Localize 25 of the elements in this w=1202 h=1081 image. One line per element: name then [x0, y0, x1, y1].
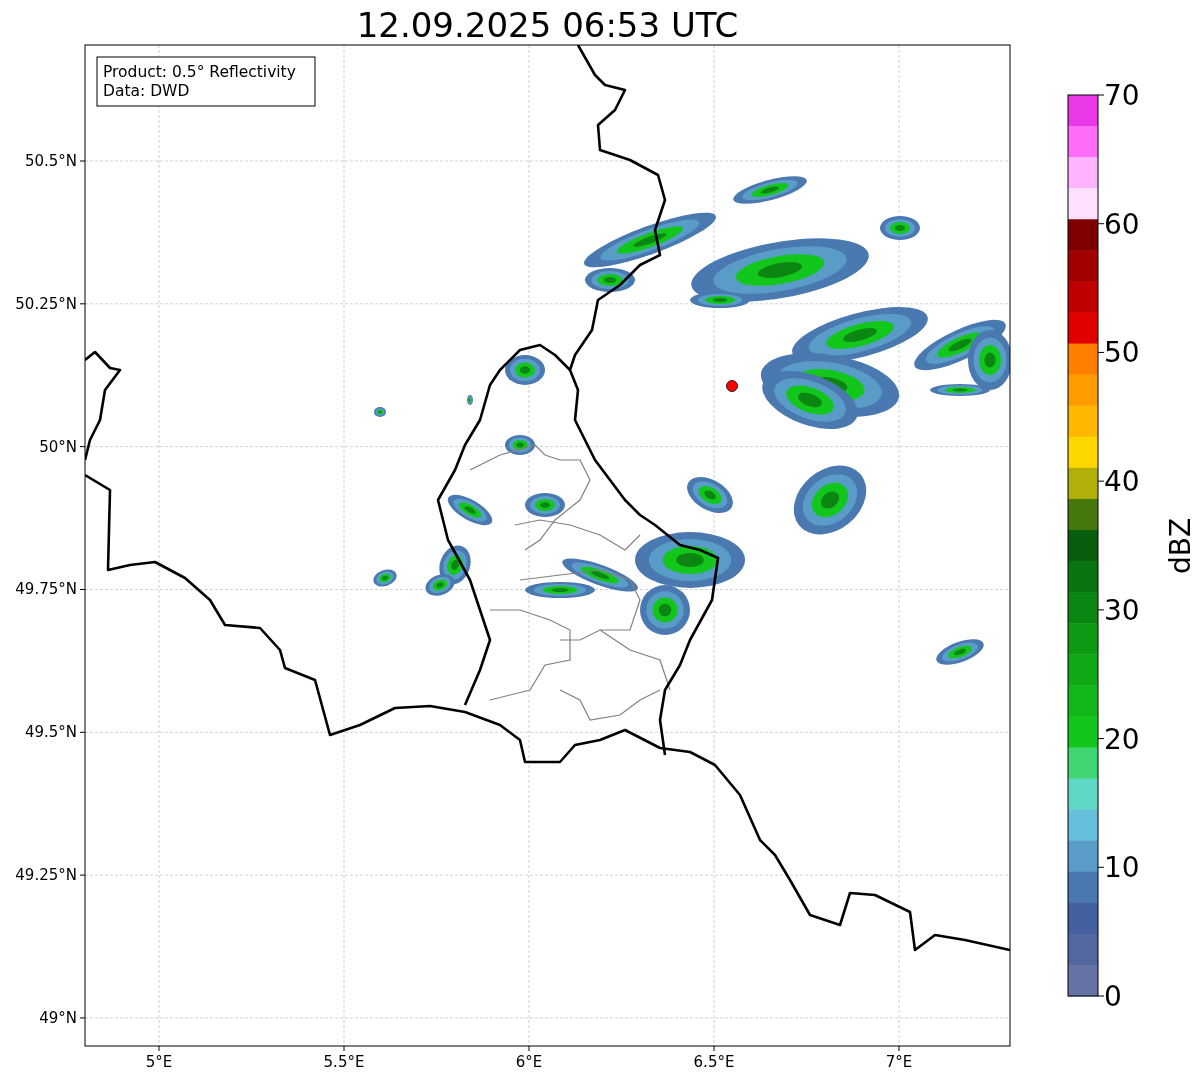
y-tick-label: 50°N: [39, 437, 77, 456]
location-marker: [726, 380, 738, 392]
colorbar-tick-label: 10: [1104, 851, 1140, 885]
y-tick-label: 49°N: [39, 1008, 77, 1027]
colorbar-tick-label: 70: [1104, 79, 1140, 112]
y-tick-label: 50.25°N: [15, 294, 77, 313]
y-tick-label: 49.5°N: [24, 723, 77, 742]
x-tick-label: 5.5°E: [323, 1053, 365, 1071]
colorbar-tick-label: 0: [1104, 980, 1122, 1013]
colorbar-tick-label: 40: [1104, 465, 1140, 499]
y-tick-label: 50.5°N: [24, 152, 77, 170]
chart-title: 12.09.2025 06:53 UTC: [356, 5, 739, 45]
legend-text: Data: DWD: [103, 82, 190, 100]
colorbar-label: dBZ: [1164, 517, 1197, 575]
x-tick-label: 7°E: [885, 1053, 913, 1071]
y-tick-label: 49.25°N: [15, 866, 77, 885]
x-tick-label: 5°E: [145, 1053, 173, 1071]
colorbar-tick-label: 30: [1104, 593, 1140, 627]
colorbar-tick-label: 20: [1104, 722, 1140, 756]
x-tick-label: 6.5°E: [693, 1053, 735, 1071]
y-tick-label: 49.75°N: [15, 580, 77, 599]
colorbar-tick-label: 50: [1104, 336, 1140, 370]
x-tick-label: 6°E: [515, 1053, 543, 1071]
legend-text: Product: 0.5° Reflectivity: [103, 63, 296, 81]
colorbar-tick-label: 60: [1104, 207, 1140, 241]
